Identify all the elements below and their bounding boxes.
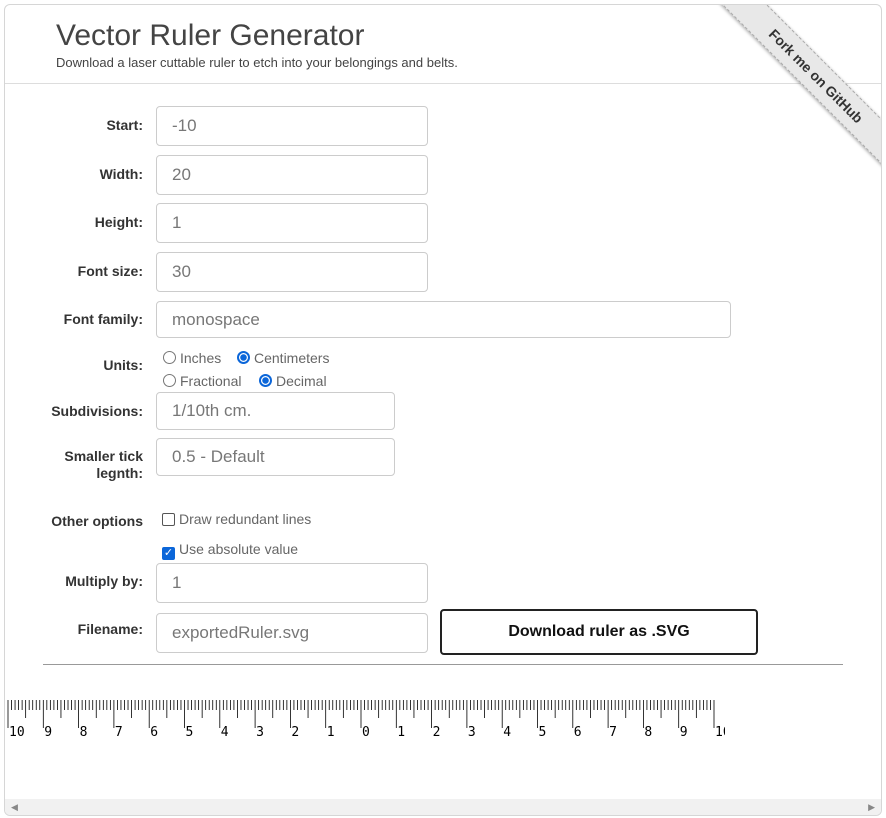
ruler-label: 5 [186,725,194,740]
radio-unchecked-icon [163,351,176,364]
ruler-label: 7 [609,725,617,740]
width-input[interactable]: 20 [156,155,428,195]
units-centimeters-radio[interactable]: Centimeters [237,350,329,366]
ruler-label: 0 [362,725,370,740]
ruler-label: 10 [715,725,725,740]
page-subtitle: Download a laser cuttable ruler to etch … [56,55,458,70]
divider [43,664,843,665]
subdivisions-select[interactable]: 1/10th cm. [156,392,395,430]
checkbox-unchecked-icon [162,513,175,526]
font-size-label: Font size: [77,263,143,279]
font-family-label: Font family: [63,311,143,327]
font-size-input[interactable]: 30 [156,252,428,292]
ruler-label: 1 [397,725,405,740]
width-label: Width: [99,166,143,182]
draw-redundant-lines-checkbox[interactable]: Draw redundant lines [162,511,311,527]
subdivisions-label: Subdivisions: [51,403,143,419]
github-ribbon-area: Fork me on GitHub [711,5,881,175]
units-decimal-radio[interactable]: Decimal [259,373,327,389]
filename-input[interactable]: exportedRuler.svg [156,613,428,653]
app-frame: Vector Ruler Generator Download a laser … [4,4,882,816]
start-input[interactable]: -10 [156,106,428,146]
use-absolute-value-checkbox[interactable]: ✓ Use absolute value [162,541,298,560]
horizontal-scrollbar[interactable]: ◀ ▶ [5,799,881,815]
multiply-label: Multiply by: [65,573,143,589]
ruler-label: 8 [80,725,88,740]
smaller-tick-label: Smaller tick legnth: [64,448,143,481]
ruler-label: 6 [150,725,158,740]
multiply-input[interactable]: 1 [156,563,428,603]
download-svg-button[interactable]: Download ruler as .SVG [440,609,758,655]
ruler-label: 4 [221,725,229,740]
smaller-tick-select[interactable]: 0.5 - Default [156,438,395,476]
ruler-label: 4 [503,725,511,740]
checkmark-icon: ✓ [162,547,175,560]
units-fractional-radio[interactable]: Fractional [163,373,241,389]
page-title: Vector Ruler Generator [56,19,365,52]
ruler-label: 2 [291,725,299,740]
units-inches-radio[interactable]: Inches [163,350,221,366]
filename-label: Filename: [77,621,143,637]
start-label: Start: [106,117,143,133]
units-label: Units: [103,357,143,373]
other-options-label: Other options [51,513,143,529]
ruler-label: 1 [327,725,335,740]
fork-on-github-link[interactable]: Fork me on GitHub [719,5,881,173]
height-input[interactable]: 1 [156,203,428,243]
radio-unchecked-icon [163,374,176,387]
ruler-label: 9 [44,725,52,740]
ruler-label: 5 [539,725,547,740]
font-family-input[interactable]: monospace [156,301,731,338]
ruler-label: 3 [256,725,264,740]
height-label: Height: [94,214,143,230]
ruler-label: 7 [115,725,123,740]
ruler-label: 9 [680,725,688,740]
ruler-label: 2 [433,725,441,740]
ruler-label: 10 [9,725,25,740]
scroll-right-arrow-icon[interactable]: ▶ [868,802,875,813]
ruler-label: 3 [468,725,476,740]
ruler-label: 8 [644,725,652,740]
ruler-preview: 10987654321012345678910 [7,700,725,740]
radio-checked-icon [259,374,272,387]
ruler-label: 6 [574,725,582,740]
scroll-left-arrow-icon[interactable]: ◀ [11,802,18,813]
radio-checked-icon [237,351,250,364]
